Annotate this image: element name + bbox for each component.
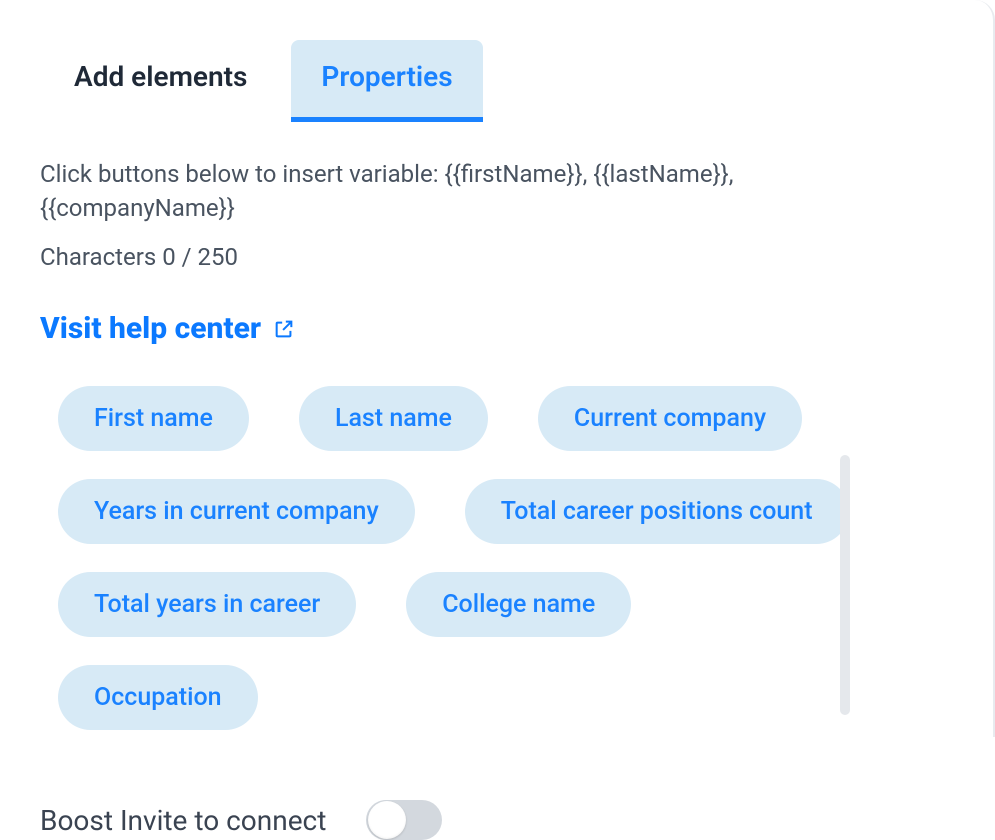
help-center-link[interactable]: Visit help center xyxy=(40,311,295,346)
toggle-knob xyxy=(368,801,406,839)
external-link-icon xyxy=(273,318,295,340)
pill-current-company[interactable]: Current company xyxy=(538,386,802,451)
variable-hint-text: Click buttons below to insert variable: … xyxy=(40,158,860,225)
pill-college-name[interactable]: College name xyxy=(406,572,631,637)
pill-last-name[interactable]: Last name xyxy=(299,386,488,451)
tab-properties[interactable]: Properties xyxy=(291,40,482,122)
boost-label: Boost Invite to connect xyxy=(40,804,326,837)
tab-add-elements[interactable]: Add elements xyxy=(70,40,251,117)
help-center-label: Visit help center xyxy=(40,311,261,346)
tabs-row: Add elements Properties xyxy=(0,0,920,122)
character-counter: Characters 0 / 250 xyxy=(40,243,880,271)
scrollbar[interactable] xyxy=(840,455,850,715)
pill-years-in-current-company[interactable]: Years in current company xyxy=(58,479,415,544)
panel-right-edge xyxy=(975,0,995,737)
boost-row: Boost Invite to connect xyxy=(40,800,880,840)
boost-toggle[interactable] xyxy=(366,800,442,840)
variable-pill-group: First name Last name Current company Yea… xyxy=(40,386,880,730)
panel-content: Click buttons below to insert variable: … xyxy=(0,122,920,840)
properties-panel: Add elements Properties Click buttons be… xyxy=(0,0,920,737)
pill-total-years-in-career[interactable]: Total years in career xyxy=(58,572,356,637)
pill-total-career-positions-count[interactable]: Total career positions count xyxy=(465,479,849,544)
pill-first-name[interactable]: First name xyxy=(58,386,249,451)
pill-occupation[interactable]: Occupation xyxy=(58,665,258,730)
